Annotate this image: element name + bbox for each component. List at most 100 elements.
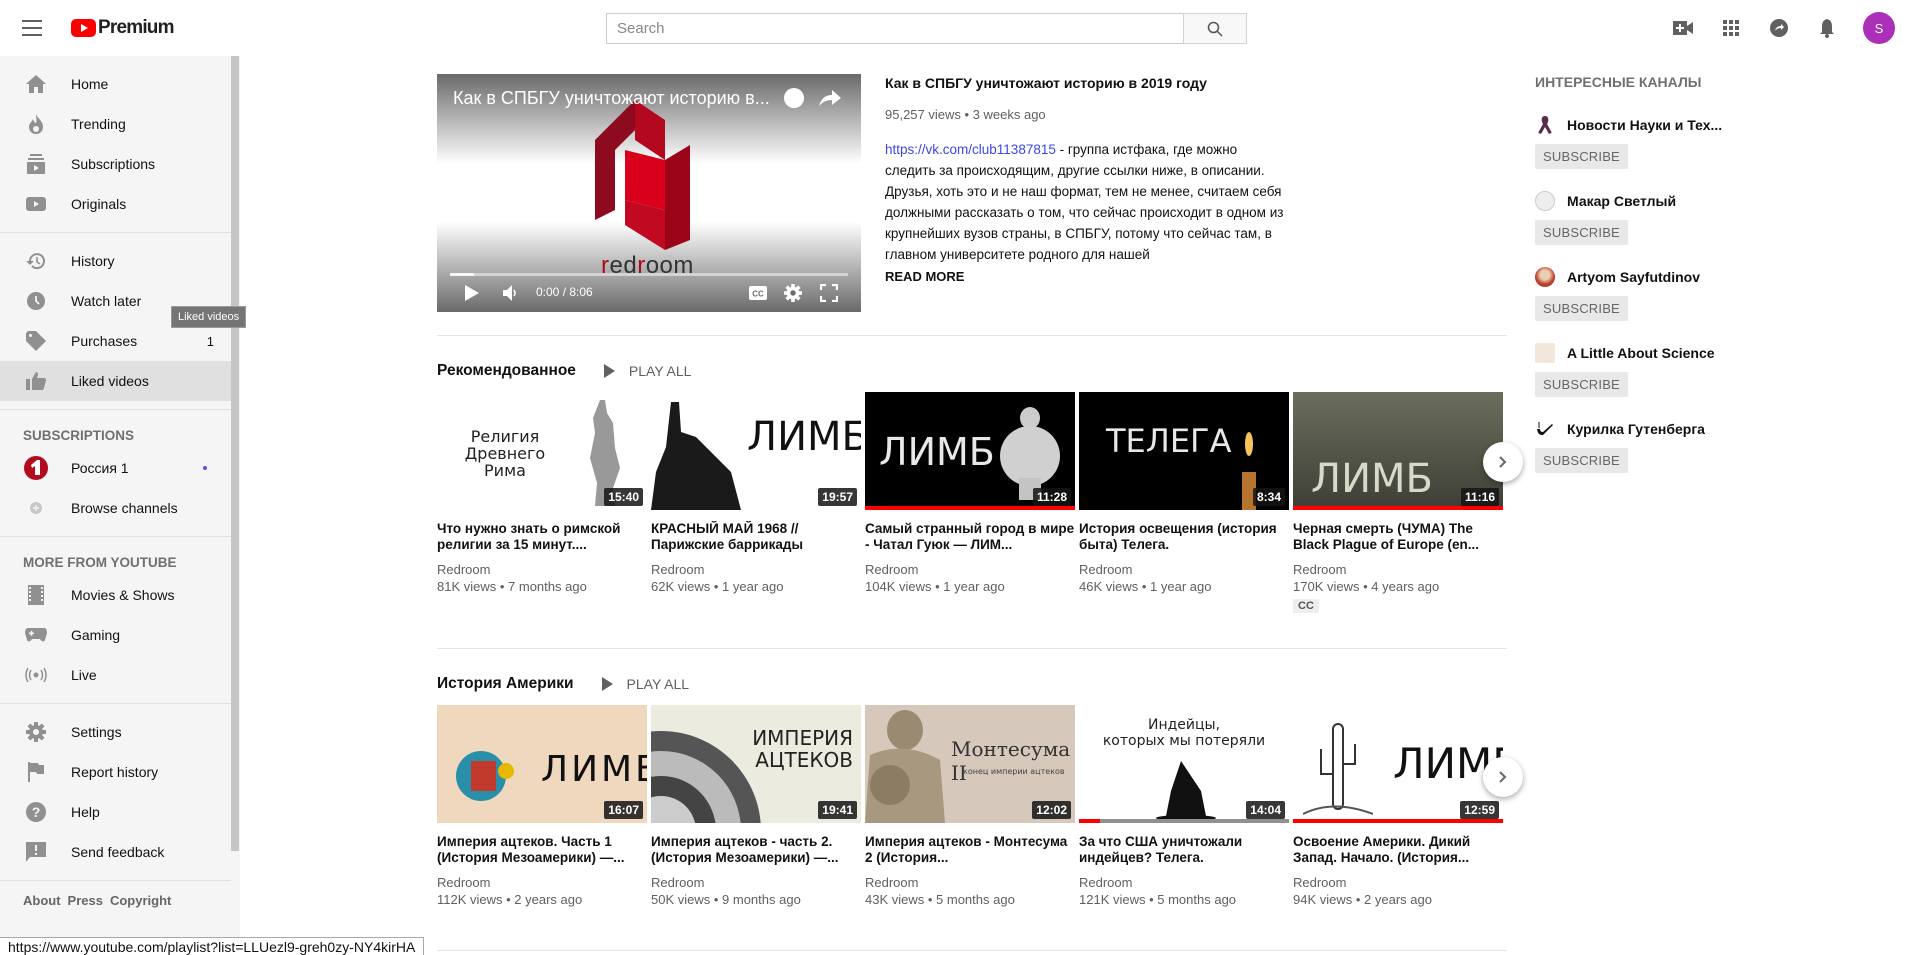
sidebar-item-movies-shows[interactable]: Movies & Shows xyxy=(0,575,231,615)
subscribe-button[interactable]: SUBSCRIBE xyxy=(1535,448,1628,473)
footer-link-copyright[interactable]: Copyright xyxy=(110,893,171,908)
watch-later-icon[interactable] xyxy=(784,88,804,108)
subscribe-button[interactable]: SUBSCRIBE xyxy=(1535,296,1628,321)
video-title[interactable]: КРАСНЫЙ МАЙ 1968 // Парижские баррикады xyxy=(651,521,861,553)
subscribe-button[interactable]: SUBSCRIBE xyxy=(1535,220,1628,245)
sidebar-item-liked-videos[interactable]: Liked videos xyxy=(0,361,231,401)
video-thumbnail[interactable]: Монтесума II конец империи ацтеков 12:02 xyxy=(865,705,1075,823)
video-thumbnail[interactable]: Религия Древнего Рима 15:40 xyxy=(437,392,647,510)
featured-title[interactable]: Как в СПБГУ уничтожают историю в 2019 го… xyxy=(885,74,1285,92)
sidebar-item-trending[interactable]: Trending xyxy=(0,104,231,144)
volume-button[interactable] xyxy=(503,283,519,303)
search-input[interactable] xyxy=(606,13,1183,44)
channel-name[interactable]: Курилка Гутенберга xyxy=(1567,421,1747,437)
video-title[interactable]: Черная смерть (ЧУМА) The Black Plague of… xyxy=(1293,521,1503,553)
description-link[interactable]: https://vk.com/club11387815 xyxy=(885,142,1056,157)
video-card[interactable]: ЛИМБ 11:16 Черная смерть (ЧУМА) The Blac… xyxy=(1293,392,1503,614)
apps-button[interactable] xyxy=(1719,16,1743,40)
channel-name[interactable]: A Little About Science xyxy=(1567,345,1747,361)
channel-name[interactable]: Artyom Sayfutdinov xyxy=(1567,269,1747,285)
video-channel[interactable]: Redroom xyxy=(437,874,647,891)
channel-avatar[interactable] xyxy=(1535,343,1555,363)
sidebar-item-gaming[interactable]: Gaming xyxy=(0,615,231,655)
video-channel[interactable]: Redroom xyxy=(651,561,861,578)
create-video-button[interactable] xyxy=(1671,16,1695,40)
video-title[interactable]: Самый странный город в мире - Чатал Гуюк… xyxy=(865,521,1075,553)
sidebar-item-help[interactable]: ? Help xyxy=(0,792,231,832)
fullscreen-button[interactable] xyxy=(820,283,838,303)
sidebar-item-send-feedback[interactable]: Send feedback xyxy=(0,832,231,872)
play-all-button[interactable]: PLAY ALL xyxy=(601,676,689,692)
sidebar-item-report-history[interactable]: Report history xyxy=(0,752,231,792)
channel-avatar[interactable] xyxy=(1535,191,1555,211)
video-thumbnail[interactable]: ЛИМБ 16:07 xyxy=(437,705,647,823)
video-title[interactable]: Империя ацтеков. Часть 1 (История Мезоам… xyxy=(437,834,647,866)
video-thumbnail[interactable]: ИМПЕРИЯ АЦТЕКОВ 19:41 xyxy=(651,705,861,823)
read-more-button[interactable]: READ MORE xyxy=(885,269,1285,284)
sidebar-scrollbar[interactable] xyxy=(231,56,239,851)
video-channel[interactable]: Redroom xyxy=(865,561,1075,578)
shelf-title[interactable]: История Америки xyxy=(437,675,574,693)
sidebar-item-originals[interactable]: Originals xyxy=(0,184,231,224)
video-thumbnail[interactable]: ЛИМБ 11:28 xyxy=(865,392,1075,510)
sidebar-item-rossiya-1[interactable]: Россия 1 xyxy=(0,448,231,488)
shelf-next-button[interactable] xyxy=(1483,757,1523,797)
play-button[interactable] xyxy=(465,283,479,303)
play-all-button[interactable]: PLAY ALL xyxy=(603,363,691,379)
video-thumbnail[interactable]: ТЕЛЕГА 8:34 xyxy=(1079,392,1289,510)
video-channel[interactable]: Redroom xyxy=(437,561,647,578)
video-title[interactable]: Что нужно знать о римской религии за 15 … xyxy=(437,521,647,553)
video-channel[interactable]: Redroom xyxy=(865,874,1075,891)
player-progress-bar[interactable] xyxy=(450,273,848,276)
menu-icon[interactable] xyxy=(22,20,42,36)
subscribe-button[interactable]: SUBSCRIBE xyxy=(1535,144,1628,169)
sidebar-item-browse-channels[interactable]: Browse channels xyxy=(0,488,231,528)
sidebar-item-home[interactable]: Home xyxy=(0,64,231,104)
video-title[interactable]: Империя ацтеков - часть 2. (История Мезо… xyxy=(651,834,861,866)
video-channel[interactable]: Redroom xyxy=(651,874,861,891)
video-channel[interactable]: Redroom xyxy=(1079,874,1289,891)
subscribe-button[interactable]: SUBSCRIBE xyxy=(1535,372,1628,397)
settings-button[interactable] xyxy=(784,283,802,303)
pipe-avatar[interactable] xyxy=(1535,419,1555,439)
video-title[interactable]: История освещения (история быта) Телега. xyxy=(1079,521,1289,553)
shelf-next-button[interactable] xyxy=(1483,442,1523,482)
video-thumbnail[interactable]: Индейцы, которых мы потеряли 14:04 xyxy=(1079,705,1289,823)
video-card[interactable]: ТЕЛЕГА 8:34 История освещения (история б… xyxy=(1079,392,1289,614)
captions-button[interactable]: CC xyxy=(749,283,767,303)
video-player[interactable]: redroom Как в СПБГУ уничтожают историю в… xyxy=(437,74,861,312)
player-title[interactable]: Как в СПБГУ уничтожают историю в... xyxy=(453,88,773,109)
sidebar-item-history[interactable]: History xyxy=(0,241,231,281)
video-channel[interactable]: Redroom xyxy=(1293,561,1503,578)
shelf-title[interactable]: Рекомендованное xyxy=(437,362,576,380)
video-thumbnail[interactable]: ЛИМБ 12:59 xyxy=(1293,705,1503,823)
footer-link-about[interactable]: About xyxy=(23,893,61,908)
sidebar-item-live[interactable]: Live xyxy=(0,655,231,695)
channel-name[interactable]: Новости Науки и Тех... xyxy=(1567,117,1747,133)
messages-button[interactable] xyxy=(1767,16,1791,40)
channel-avatar[interactable] xyxy=(1535,267,1555,287)
video-card[interactable]: Монтесума II конец империи ацтеков 12:02… xyxy=(865,705,1075,909)
video-card[interactable]: ЛИМБ 12:59 Освоение Америки. Дикий Запад… xyxy=(1293,705,1503,909)
video-channel[interactable]: Redroom xyxy=(1079,561,1289,578)
account-avatar[interactable]: S xyxy=(1863,12,1895,44)
video-card[interactable]: ЛИМБ 16:07 Империя ацтеков. Часть 1 (Ист… xyxy=(437,705,647,909)
video-channel[interactable]: Redroom xyxy=(1293,874,1503,891)
share-icon[interactable] xyxy=(819,88,841,108)
ribbon-avatar[interactable] xyxy=(1535,115,1555,135)
footer-link-press[interactable]: Press xyxy=(68,893,103,908)
video-card[interactable]: Индейцы, которых мы потеряли 14:04 За чт… xyxy=(1079,705,1289,909)
sidebar-item-settings[interactable]: Settings xyxy=(0,712,231,752)
search-button[interactable] xyxy=(1183,13,1247,44)
video-thumbnail[interactable]: ЛИМБ 19:57 xyxy=(651,392,861,510)
video-card[interactable]: ЛИМБ 19:57 КРАСНЫЙ МАЙ 1968 // Парижские… xyxy=(651,392,861,614)
video-card[interactable]: Религия Древнего Рима 15:40 Что нужно зн… xyxy=(437,392,647,614)
video-title[interactable]: Империя ацтеков - Монтесума 2 (История..… xyxy=(865,834,1075,866)
video-title[interactable]: Освоение Америки. Дикий Запад. Начало. (… xyxy=(1293,834,1503,866)
youtube-premium-logo[interactable]: Premium xyxy=(71,17,175,39)
notifications-button[interactable] xyxy=(1815,16,1839,40)
video-card[interactable]: ИМПЕРИЯ АЦТЕКОВ 19:41 Империя ацтеков - … xyxy=(651,705,861,909)
sidebar-item-subscriptions[interactable]: Subscriptions xyxy=(0,144,231,184)
video-card[interactable]: ЛИМБ 11:28 Самый странный город в мире -… xyxy=(865,392,1075,614)
video-thumbnail[interactable]: ЛИМБ 11:16 xyxy=(1293,392,1503,510)
